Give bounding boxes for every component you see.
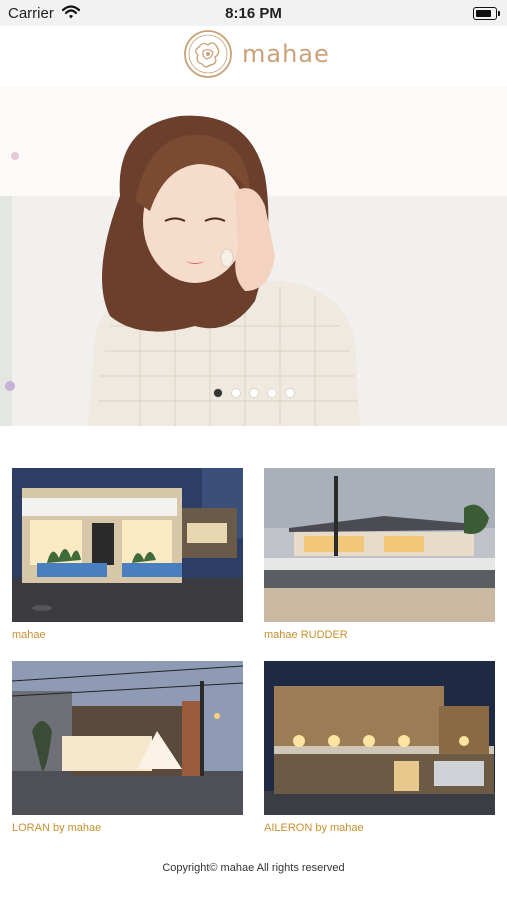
app-header: mahae bbox=[0, 26, 507, 86]
salon-name[interactable]: AILERON by mahae bbox=[264, 822, 495, 834]
hero-photo bbox=[0, 86, 507, 426]
salon-card[interactable]: LORAN by mahae bbox=[12, 661, 243, 834]
battery-level bbox=[476, 10, 492, 17]
carousel-dot[interactable] bbox=[285, 389, 294, 397]
hero-carousel[interactable] bbox=[0, 86, 507, 426]
salon-card[interactable]: mahae bbox=[12, 468, 243, 641]
carousel-dot[interactable] bbox=[249, 389, 258, 397]
carousel-dot[interactable] bbox=[231, 389, 240, 397]
salon-photo[interactable] bbox=[12, 661, 243, 815]
floral-emblem-icon[interactable] bbox=[183, 29, 233, 79]
salon-name[interactable]: mahae RUDDER bbox=[264, 629, 495, 641]
salon-name[interactable]: LORAN by mahae bbox=[12, 822, 243, 834]
salon-photo[interactable] bbox=[264, 468, 495, 622]
salon-card[interactable]: mahae RUDDER bbox=[264, 468, 495, 641]
salon-name[interactable]: mahae bbox=[12, 629, 243, 641]
clock: 8:16 PM bbox=[225, 5, 282, 22]
salon-photo[interactable] bbox=[12, 468, 243, 622]
battery-icon bbox=[473, 7, 500, 20]
copyright-text: Copyright© mahae All rights reserved bbox=[162, 862, 345, 874]
salon-card[interactable]: AILERON by mahae bbox=[264, 661, 495, 834]
carousel-page-indicator[interactable] bbox=[0, 384, 507, 402]
carousel-dot[interactable] bbox=[213, 389, 222, 397]
status-bar: Carrier 8:16 PM bbox=[0, 0, 507, 26]
salon-photo[interactable] bbox=[264, 661, 495, 815]
logo-wordmark[interactable]: mahae bbox=[242, 40, 330, 68]
carousel-dot[interactable] bbox=[267, 389, 276, 397]
